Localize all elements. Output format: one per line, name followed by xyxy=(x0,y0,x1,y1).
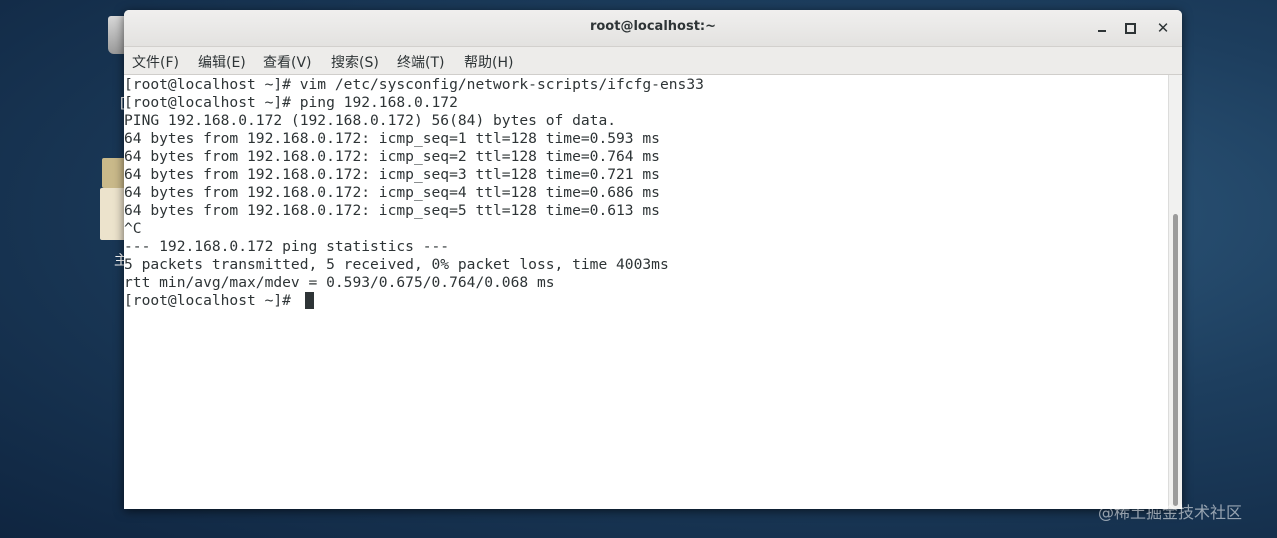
close-button[interactable]: ✕ xyxy=(1153,18,1173,38)
terminal-cursor xyxy=(305,292,314,309)
maximize-icon xyxy=(1124,22,1136,34)
menu-help[interactable]: 帮助(H) xyxy=(464,52,513,72)
menu-file[interactable]: 文件(F) xyxy=(132,52,179,72)
menubar: 文件(F) 编辑(E) 查看(V) 搜索(S) 终端(T) 帮助(H) xyxy=(124,47,1182,75)
terminal-line: PING 192.168.0.172 (192.168.0.172) 56(84… xyxy=(124,112,617,129)
menu-terminal[interactable]: 终端(T) xyxy=(397,52,444,72)
terminal-prompt: [root@localhost ~]# xyxy=(124,292,300,309)
terminal-line: 64 bytes from 192.168.0.172: icmp_seq=1 … xyxy=(124,130,660,147)
terminal-line: --- 192.168.0.172 ping statistics --- xyxy=(124,238,450,255)
terminal-line: [root@localhost ~]# vim /etc/sysconfig/n… xyxy=(124,76,704,93)
window-title: root@localhost:~ xyxy=(589,19,717,34)
close-icon: ✕ xyxy=(1156,19,1170,37)
terminal-line: rtt min/avg/max/mdev = 0.593/0.675/0.764… xyxy=(124,274,555,291)
terminal-output[interactable]: [root@localhost ~]# vim /etc/sysconfig/n… xyxy=(124,75,1168,509)
menu-edit[interactable]: 编辑(E) xyxy=(198,52,246,72)
terminal-line: ^C xyxy=(124,220,142,237)
menu-view[interactable]: 查看(V) xyxy=(263,52,312,72)
terminal-line: 64 bytes from 192.168.0.172: icmp_seq=2 … xyxy=(124,148,660,165)
terminal-line: 64 bytes from 192.168.0.172: icmp_seq=5 … xyxy=(124,202,660,219)
minimize-icon xyxy=(1098,30,1106,32)
terminal-line: 64 bytes from 192.168.0.172: icmp_seq=4 … xyxy=(124,184,660,201)
scrollbar[interactable] xyxy=(1168,75,1182,509)
terminal-line: 5 packets transmitted, 5 received, 0% pa… xyxy=(124,256,669,273)
menu-search[interactable]: 搜索(S) xyxy=(331,52,379,72)
watermark: @稀土掘金技术社区 xyxy=(1098,503,1243,522)
terminal-line: [root@localhost ~]# ping 192.168.0.172 xyxy=(124,94,458,111)
terminal-window[interactable]: root@localhost:~ ✕ 文件(F) 编辑(E) 查看(V) 搜索(… xyxy=(124,10,1182,509)
scrollbar-thumb[interactable] xyxy=(1173,214,1178,506)
terminal-line: 64 bytes from 192.168.0.172: icmp_seq=3 … xyxy=(124,166,660,183)
minimize-button[interactable] xyxy=(1092,18,1112,38)
titlebar[interactable]: root@localhost:~ ✕ xyxy=(124,10,1182,47)
maximize-button[interactable] xyxy=(1120,18,1140,38)
